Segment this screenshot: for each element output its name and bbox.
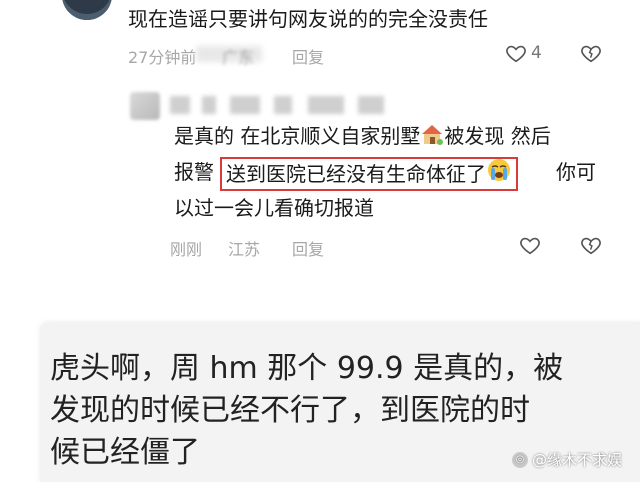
comment-line: 是真的 在北京顺义自家别墅 被发现 然后	[174, 118, 551, 156]
heart-outline-icon[interactable]	[519, 234, 541, 256]
reply-button[interactable]: 回复	[292, 44, 324, 68]
comment-text: 现在造谣只要讲句网友说的的完全没责任	[128, 7, 488, 31]
watermark-logo-icon: ◎	[512, 451, 528, 468]
avatar[interactable]	[62, 0, 112, 20]
comment-time: 刚刚	[170, 240, 203, 259]
username-blurred	[170, 96, 400, 116]
reply-button[interactable]: 回复	[292, 236, 324, 260]
house-emoji-icon	[420, 120, 444, 156]
broken-heart-icon[interactable]	[580, 42, 602, 64]
crying-face-emoji-icon	[486, 158, 512, 190]
watermark: ◎ @缘木不求娱	[512, 449, 622, 470]
card-text: 虎头啊，周 hm 那个 99.9 是真的，被	[50, 351, 564, 386]
comment-time: 27分钟前	[128, 48, 197, 67]
watermark-text: @缘木不求娱	[532, 451, 623, 469]
highlighted-text: 送到医院已经没有生命体征了	[226, 162, 486, 186]
card-text: 候已经僵了	[50, 435, 200, 470]
comment-location: 江苏	[228, 240, 261, 259]
card-text: 发现的时候已经不行了，到医院的时	[50, 393, 530, 428]
comment-text: 报警	[174, 160, 214, 184]
comment-text: 你可	[556, 160, 596, 184]
broken-heart-icon[interactable]	[580, 234, 602, 256]
highlight-box: 送到医院已经没有生命体征了	[220, 157, 518, 191]
avatar[interactable]	[130, 92, 160, 120]
like-count: 4	[531, 43, 542, 63]
comment-location: 广东	[222, 48, 255, 67]
heart-outline-icon[interactable]	[505, 42, 527, 64]
comment-text: 被发现 然后	[444, 124, 551, 148]
comment-text: 是真的 在北京顺义自家别墅	[174, 124, 421, 148]
comment-text: 以过一会儿看确切报道	[174, 196, 374, 220]
